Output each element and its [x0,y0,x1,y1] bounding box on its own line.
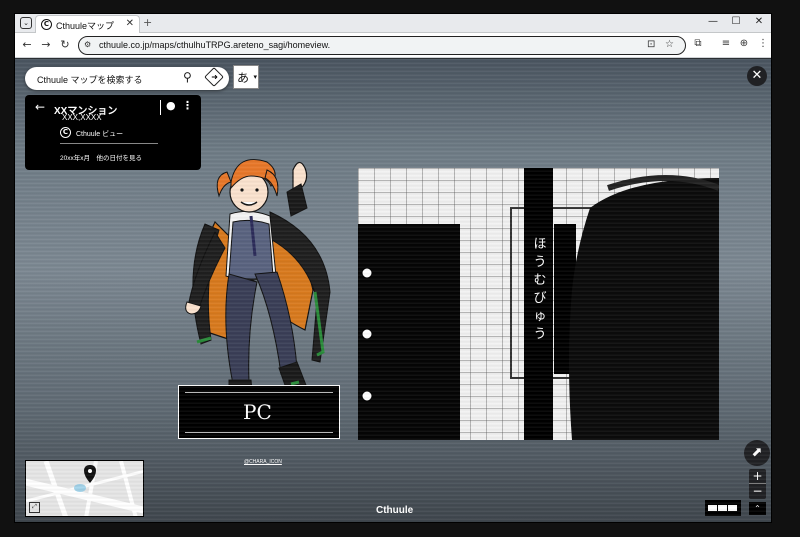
other-dates-link[interactable]: 20xx年x月 他の日付を見る [60,152,142,162]
manga-scene-panel: ほ う む び ゅ う [358,168,719,440]
brand-label: Cthuule [376,505,414,516]
bookmark-star-icon[interactable]: ☆ [665,39,674,50]
scale-segment [728,505,737,511]
close-street-view-button[interactable]: ✕ [747,66,767,86]
sign-char: む [533,273,547,288]
ime-dropdown-icon[interactable]: ▾ [253,73,257,81]
back-button[interactable]: ← [20,38,34,52]
vertical-sign-text: ほ う む び ゅ う [529,236,551,344]
minimap[interactable]: ⤢ [25,460,144,517]
street-view-page[interactable]: Cthuule マップを検索する ⚲ ➜ あ ▾ ✕ ← XXマンション XXX… [15,59,771,522]
install-app-icon[interactable]: ⊡ [647,39,655,50]
zoom-out-button[interactable]: − [749,484,766,499]
scale-segment [708,505,717,511]
scale-segment [718,505,727,511]
sign-char: び [533,291,547,306]
scale-bar[interactable] [705,500,741,516]
divider [60,143,158,144]
profile-avatar-icon[interactable]: ⊕ [737,38,751,49]
expand-map-icon[interactable]: ⤢ [29,502,40,513]
back-arrow-icon[interactable]: ← [35,100,45,114]
sign-char: ゅ [533,309,547,324]
sign-char: う [533,327,547,342]
directions-icon[interactable]: ➜ [204,67,224,87]
view-label: Cthuule ビュー [76,131,124,138]
media-icon[interactable]: ≡ [719,38,733,49]
minimap-roads [26,461,143,516]
new-tab-button[interactable]: + [143,16,152,29]
divider [160,100,161,115]
browser-toolbar: ← → ↻ ⚙ cthuule.co.jp/maps/cthulhuTRPG.a… [15,33,771,58]
sign-char: う [533,255,547,270]
tab-strip: ⌄ C Cthuuleマップ ✕ + — ☐ ✕ [15,14,771,33]
location-address: XXX,XXXX [62,113,102,122]
location-info-card: ← XXマンション XXX,XXXX ● ⋮ C Cthuule ビュー 20x… [25,95,201,170]
tab-cthuule-map[interactable]: C Cthuuleマップ ✕ [35,15,140,33]
tab-title: Cthuuleマップ [56,21,115,31]
maximize-button[interactable]: ☐ [726,16,746,27]
tab-search-icon[interactable]: ⌄ [20,17,32,29]
search-icon[interactable]: ⚲ [183,70,192,84]
browser-window: ⌄ C Cthuuleマップ ✕ + — ☐ ✕ ← → ↻ ⚙ cthuule… [14,13,772,523]
site-info-icon[interactable]: ⚙ [84,40,91,49]
map-pin-icon[interactable]: ● [166,99,176,112]
zoom-control: + − [749,469,766,499]
cthuule-view-logo-icon: C [60,127,71,138]
window-close-button[interactable]: ✕ [749,16,769,27]
standee-label: PC [243,400,272,424]
reload-button[interactable]: ↻ [58,38,72,52]
ime-mode-indicator[interactable]: あ ▾ [233,65,259,89]
more-options-icon[interactable]: ⋮ [182,99,193,112]
menu-kebab-icon[interactable]: ⋮ [756,38,770,49]
credit-link[interactable]: @CHARA_ICON [244,459,282,465]
forward-button[interactable]: → [39,38,53,52]
expand-up-icon[interactable]: ⌃ [749,502,766,515]
extensions-icon[interactable]: ⧉ [691,38,705,49]
compass-icon[interactable]: ⬈ [744,440,770,466]
tab-close-icon[interactable]: ✕ [126,18,134,29]
divider [185,392,333,393]
sign-char: ほ [533,237,547,252]
standee-base: PC [178,385,340,439]
divider [185,432,333,433]
url-text: cthuule.co.jp/maps/cthulhuTRPG.areteno_s… [99,40,331,50]
cthuule-logo-icon: C [41,19,52,30]
address-bar[interactable]: ⚙ cthuule.co.jp/maps/cthulhuTRPG.areteno… [78,36,686,55]
minimize-button[interactable]: — [703,16,723,27]
zoom-in-button[interactable]: + [749,469,766,484]
map-search-box[interactable]: Cthuule マップを検索する ⚲ ➜ [25,67,229,90]
search-input[interactable]: Cthuule マップを検索する [37,73,143,86]
ime-mode-label: あ [237,71,250,85]
